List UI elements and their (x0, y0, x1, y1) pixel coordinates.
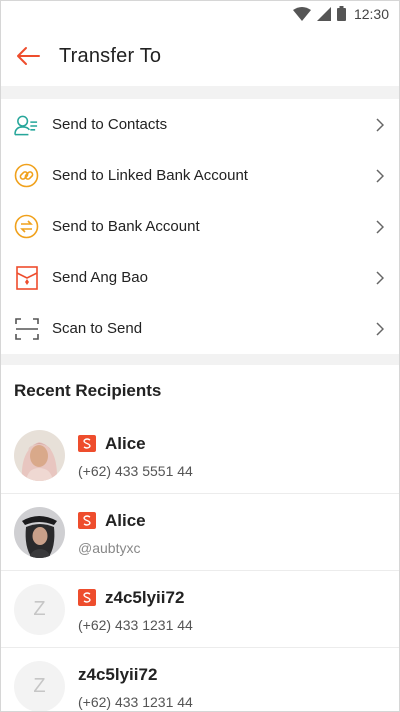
recipient-row[interactable]: Z z4c5lyii72 (+62) 433 1231 44 (1, 648, 399, 711)
avatar (14, 429, 65, 481)
bank-transfer-icon (14, 214, 39, 239)
signal-icon (316, 6, 331, 21)
transfer-options-list: Send to Contacts Send to Linked Bank Acc… (1, 99, 399, 354)
recipient-name: Alice (105, 510, 146, 530)
chevron-right-icon (373, 270, 387, 285)
app-screen: 12:30 Transfer To Send to Contacts Send … (0, 0, 400, 712)
section-divider (1, 86, 399, 99)
recipient-phone: (+62) 433 1231 44 (78, 616, 193, 633)
recipient-row[interactable]: Alice @aubtyxc (1, 494, 399, 571)
recipient-name: Alice (105, 433, 146, 453)
avatar: Z (14, 661, 65, 711)
chevron-right-icon (373, 219, 387, 234)
shopee-badge-icon (78, 589, 96, 606)
recipient-row[interactable]: Z z4c5lyii72 (+62) 433 1231 44 (1, 571, 399, 648)
recipient-phone: (+62) 433 5551 44 (78, 462, 193, 479)
page-title: Transfer To (59, 44, 162, 67)
avatar: Z (14, 583, 65, 635)
scan-icon (14, 316, 39, 341)
recipient-phone: (+62) 433 1231 44 (78, 694, 193, 710)
recent-recipients-heading: Recent Recipients (14, 381, 162, 400)
recipient-name: z4c5lyii72 (78, 665, 158, 684)
battery-icon (336, 6, 346, 21)
section-divider (1, 354, 399, 365)
menu-send-ang-bao[interactable]: Send Ang Bao (1, 252, 399, 303)
wifi-icon (292, 6, 311, 21)
ang-bao-icon (14, 265, 39, 290)
contacts-icon (14, 112, 39, 137)
menu-send-to-contacts[interactable]: Send to Contacts (1, 99, 399, 150)
back-arrow-icon (17, 47, 40, 65)
menu-label: Send Ang Bao (52, 269, 148, 286)
recipient-name: z4c5lyii72 (105, 587, 185, 607)
status-time: 12:30 (353, 5, 389, 22)
shopee-badge-icon (78, 512, 96, 529)
avatar (14, 506, 65, 558)
shopee-badge-icon (78, 435, 96, 452)
recent-recipients-list: Alice (+62) 433 5551 44 Alice @aubtyxc Z… (1, 417, 399, 711)
menu-send-to-linked-bank[interactable]: Send to Linked Bank Account (1, 150, 399, 201)
chevron-right-icon (373, 168, 387, 183)
back-button[interactable] (13, 41, 43, 71)
menu-scan-to-send[interactable]: Scan to Send (1, 303, 399, 354)
header-bar: Transfer To (1, 26, 399, 86)
chevron-right-icon (373, 321, 387, 336)
recipient-row[interactable]: Alice (+62) 433 5551 44 (1, 417, 399, 494)
recipient-username: @aubtyxc (78, 539, 141, 556)
linked-bank-icon (14, 163, 39, 188)
chevron-right-icon (373, 117, 387, 132)
menu-label: Send to Contacts (52, 116, 168, 133)
menu-label: Send to Linked Bank Account (52, 167, 248, 184)
menu-label: Scan to Send (52, 320, 143, 337)
menu-label: Send to Bank Account (52, 218, 200, 235)
menu-send-to-bank-account[interactable]: Send to Bank Account (1, 201, 399, 252)
status-bar: 12:30 (1, 1, 399, 26)
